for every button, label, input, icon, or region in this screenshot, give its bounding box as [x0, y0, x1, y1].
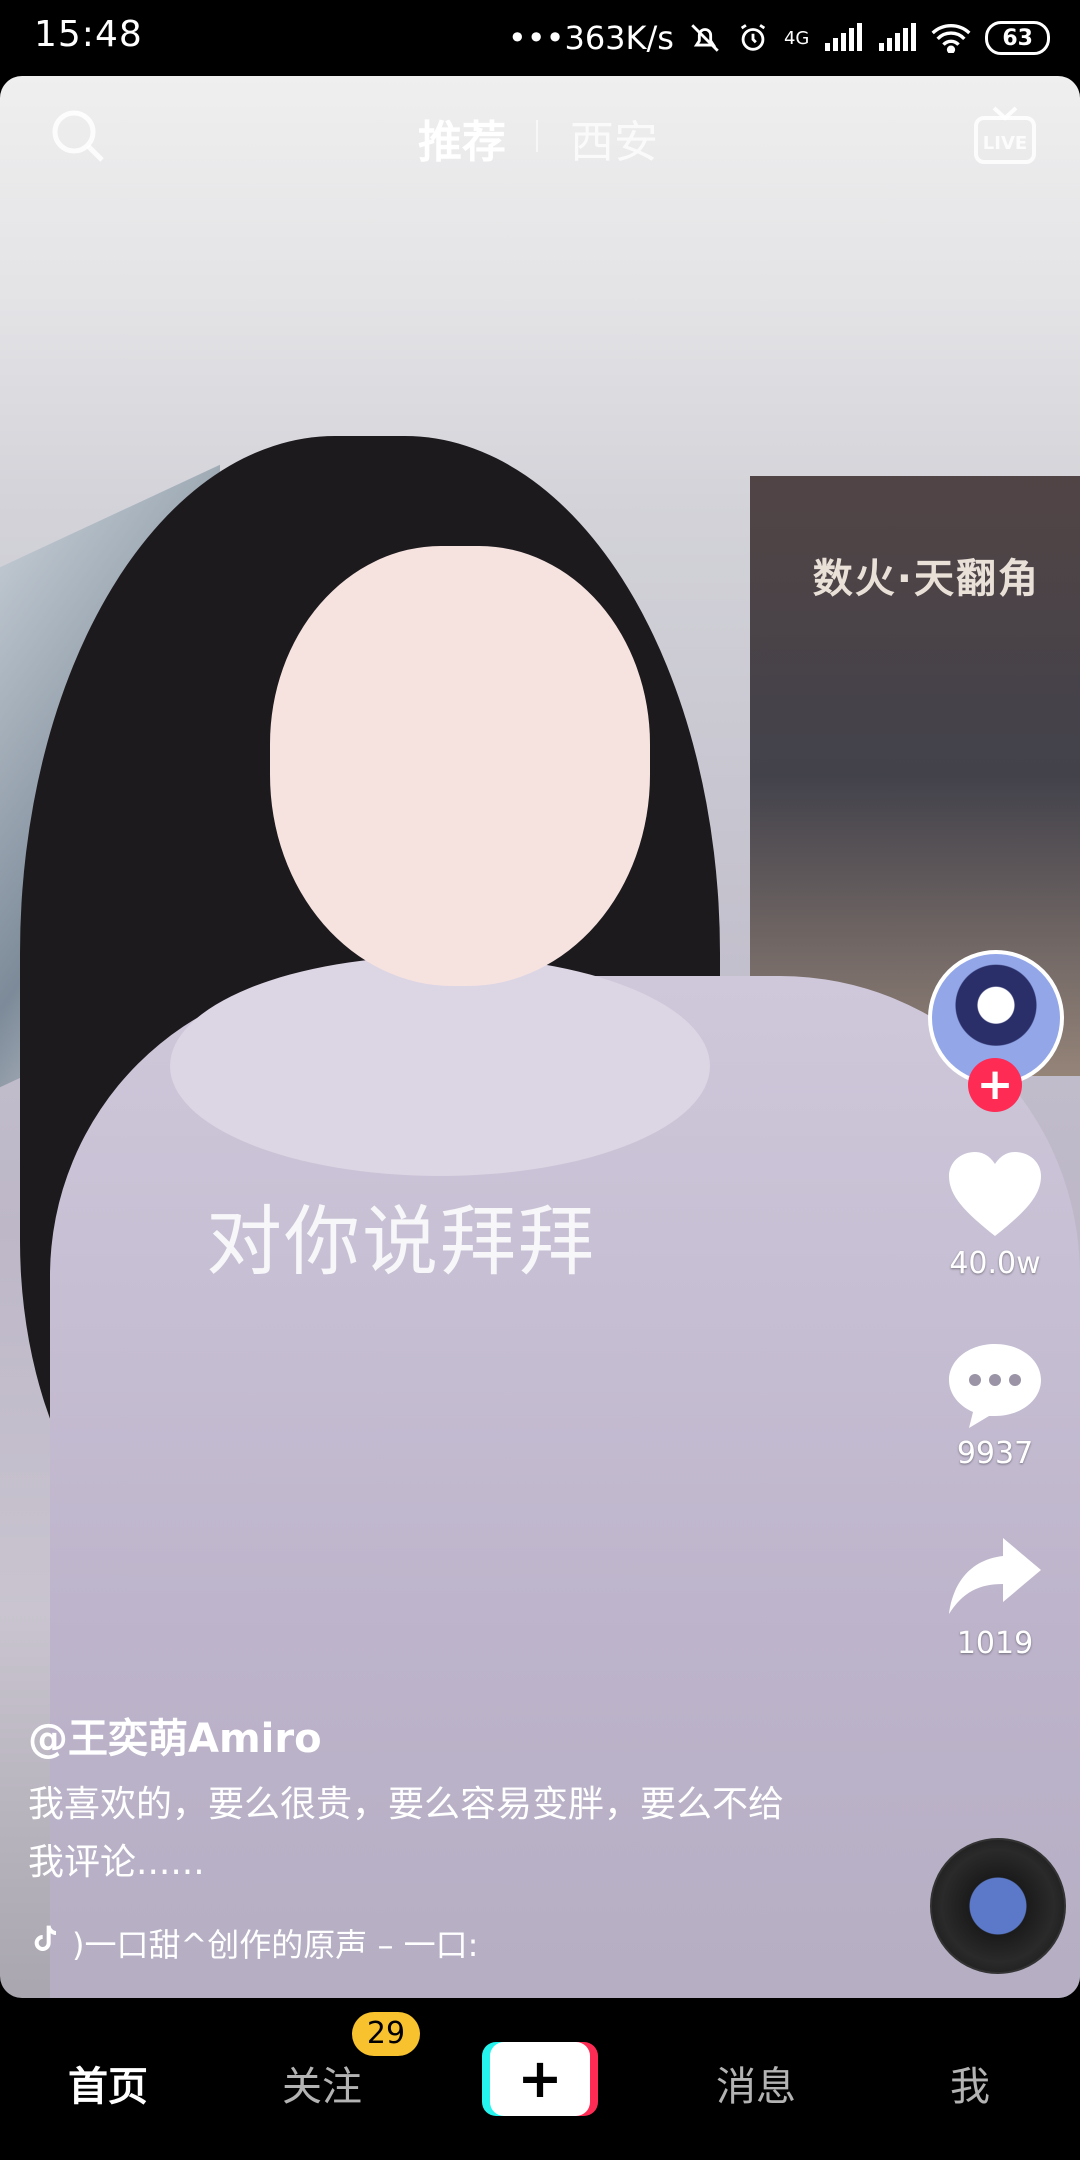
status-icons: •••363K/s 4G 63 [508, 14, 1050, 62]
music-info[interactable]: )一口甜^创作的原声 – 一口: [28, 1920, 478, 1966]
signal-icon-2 [877, 23, 917, 53]
live-text: LIVE [983, 133, 1027, 154]
overlay-caption: 对你说拜拜 [206, 1197, 596, 1286]
tab-city[interactable]: 西安 [570, 106, 658, 170]
mute-bell-icon [688, 21, 722, 55]
like-count: 40.0w [949, 1246, 1041, 1281]
music-title: )一口甜^创作的原声 – 一口: [72, 1926, 479, 1964]
author-name[interactable]: @王奕萌Amiro [28, 1706, 322, 1764]
alarm-icon [736, 21, 770, 55]
tab-recommend[interactable]: 推荐 [418, 106, 506, 170]
store-sign: 数火·天翻角 [812, 556, 1040, 602]
signal-icon [823, 23, 863, 53]
nav-home[interactable]: 首页 [68, 2054, 148, 2112]
wifi-icon [931, 23, 971, 53]
comment-action[interactable]: 9937 [930, 1320, 1060, 1471]
heart-icon[interactable] [930, 1130, 1060, 1240]
plus-icon: + [490, 2042, 590, 2116]
live-icon[interactable]: LIVE [972, 104, 1038, 166]
status-time: 15:48 [34, 14, 143, 55]
search-icon[interactable] [48, 106, 108, 166]
nav-messages[interactable]: 消息 [716, 2054, 796, 2112]
bottom-nav: 首页 关注 29 + 消息 我 [0, 2000, 1080, 2160]
music-disc-icon[interactable] [930, 1838, 1066, 1974]
comment-icon[interactable] [930, 1320, 1060, 1430]
post-description: 我喜欢的，要么很贵，要么容易变胖，要么不给我评论...... [28, 1784, 785, 1883]
share-icon[interactable] [930, 1510, 1060, 1620]
share-count: 1019 [956, 1626, 1034, 1661]
network-type: 4G [783, 27, 810, 49]
network-speed: •••363K/s [507, 19, 674, 57]
nav-following[interactable]: 关注 [282, 2054, 362, 2112]
status-bar: 15:48 •••363K/s 4G 63 [0, 0, 1080, 76]
tab-divider [536, 120, 538, 152]
like-action[interactable]: 40.0w [930, 1130, 1060, 1281]
author-avatar-group[interactable]: + [928, 950, 1064, 1112]
figure-face [270, 546, 650, 986]
following-badge: 29 [352, 2012, 420, 2056]
music-note-icon [28, 1923, 60, 1963]
battery-indicator: 63 [985, 21, 1050, 55]
figure-collar [170, 956, 710, 1176]
comment-count: 9937 [956, 1436, 1034, 1471]
create-button[interactable]: + [482, 2042, 598, 2116]
nav-me[interactable]: 我 [950, 2054, 990, 2112]
top-nav: 推荐 西安 LIVE [0, 76, 1080, 196]
follow-plus-button[interactable]: + [968, 1058, 1022, 1112]
share-action[interactable]: 1019 [930, 1510, 1060, 1661]
